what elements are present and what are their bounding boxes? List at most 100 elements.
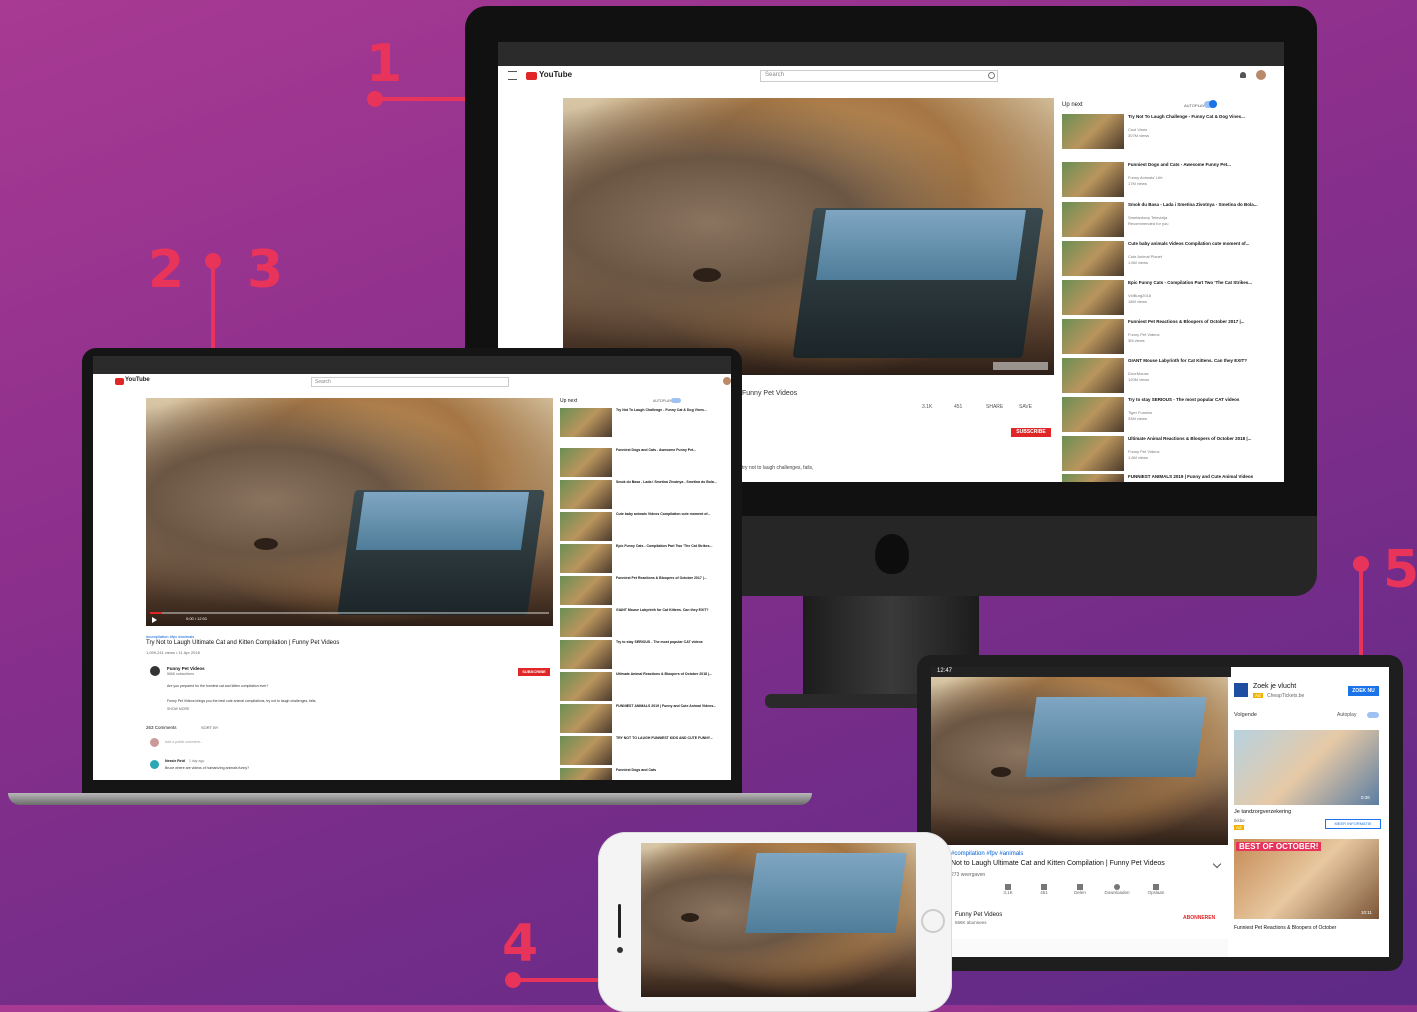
player-controls[interactable] bbox=[993, 362, 1048, 370]
video-thumbnail[interactable] bbox=[560, 448, 612, 477]
channel-name[interactable]: Funny Pet Videos bbox=[955, 912, 1002, 918]
video-hashtags[interactable]: #compilation #fpv #animals bbox=[951, 851, 1023, 857]
up-next-title[interactable]: Smok du Basa - Lada i Smetina Zivotnya -… bbox=[616, 480, 728, 485]
desktop-video-player[interactable] bbox=[563, 98, 1054, 375]
avatar[interactable] bbox=[723, 377, 731, 385]
laptop-video-player[interactable]: 0:00 / 12:01 bbox=[146, 398, 553, 626]
action-like[interactable]: 3,1K bbox=[993, 884, 1023, 895]
up-next-title[interactable]: FUNNIEST ANIMALS 2019 | Funny and Cute A… bbox=[1128, 474, 1268, 480]
up-next-title[interactable]: Try to stay SERIOUS - The most popular C… bbox=[1128, 397, 1268, 403]
up-next-item[interactable]: Smok du Basa - Lada i Smetina Zivotnya -… bbox=[560, 480, 730, 510]
channel-avatar[interactable] bbox=[150, 666, 160, 676]
ad-video-thumbnail[interactable] bbox=[1234, 730, 1379, 805]
up-next-title[interactable]: Funniest Dogs and Cats - Awesome Funny P… bbox=[616, 448, 728, 453]
home-button[interactable] bbox=[921, 909, 945, 933]
menu-icon[interactable] bbox=[508, 71, 517, 80]
video-thumbnail[interactable] bbox=[1062, 397, 1124, 432]
up-next-title[interactable]: Smok du Basa - Lada i Smetina Zivotnya -… bbox=[1128, 202, 1268, 208]
up-next-item[interactable]: FUNNIEST ANIMALS 2019 | Funny and Cute A… bbox=[1062, 474, 1282, 482]
up-next-item[interactable]: Ultimate Animal Reactions & Bloopers of … bbox=[560, 672, 730, 702]
up-next-title[interactable]: Funniest Pet Reactions & Bloopers of Oct… bbox=[1128, 319, 1268, 325]
up-next-item[interactable]: FUNNIEST ANIMALS 2019 | Funny and Cute A… bbox=[560, 704, 730, 734]
video-thumbnail[interactable] bbox=[560, 736, 612, 765]
video-thumbnail[interactable] bbox=[1062, 436, 1124, 471]
ad2-title[interactable]: Je tandzorgverzekering bbox=[1234, 809, 1291, 815]
up-next-title[interactable]: Try Not To Laugh Challenge - Funny Cat &… bbox=[1128, 114, 1268, 120]
rec-video-thumbnail[interactable] bbox=[1234, 839, 1379, 919]
up-next-title[interactable]: GIANT Mouse Labyrinth for Cat Kittens. C… bbox=[1128, 358, 1268, 364]
up-next-title[interactable]: FUNNIEST ANIMALS 2019 | Funny and Cute A… bbox=[616, 704, 728, 709]
ad-title[interactable]: Zoek je vlucht bbox=[1253, 683, 1296, 690]
ad-cta-button[interactable]: ZOEK NU bbox=[1348, 686, 1379, 696]
avatar[interactable] bbox=[1256, 70, 1266, 80]
up-next-item[interactable]: Epic Funny Cats - Compilation Part Two '… bbox=[560, 544, 730, 574]
like-button[interactable]: 3.1K bbox=[922, 404, 932, 410]
search-input[interactable]: Search bbox=[311, 377, 509, 387]
subscribe-button[interactable]: SUBSCRIBE bbox=[1011, 428, 1051, 437]
up-next-item[interactable]: Funniest Dogs and Cats bbox=[560, 768, 730, 780]
play-button[interactable] bbox=[152, 617, 157, 623]
up-next-item[interactable]: Try Not To Laugh Challenge - Funny Cat &… bbox=[1062, 114, 1282, 151]
subscribe-button[interactable]: ABONNEREN bbox=[1183, 915, 1215, 921]
up-next-title[interactable]: TRY NOT TO LAUGH FUNNIEST KIDS AND CUTE … bbox=[616, 736, 728, 741]
chevron-down-icon[interactable] bbox=[1212, 859, 1222, 869]
video-thumbnail[interactable] bbox=[560, 576, 612, 605]
up-next-item[interactable]: GIANT Mouse Labyrinth for Cat Kittens. C… bbox=[1062, 358, 1282, 395]
up-next-title[interactable]: Try Not To Laugh Challenge - Funny Cat &… bbox=[616, 408, 728, 413]
autoplay-toggle[interactable] bbox=[1204, 100, 1217, 108]
video-hashtags[interactable]: #compilation #fpv #animals bbox=[146, 634, 194, 639]
video-thumbnail[interactable] bbox=[1062, 319, 1124, 354]
dislike-button[interactable]: 451 bbox=[954, 404, 962, 410]
up-next-title[interactable]: Epic Funny Cats - Compilation Part Two '… bbox=[616, 544, 728, 549]
up-next-title[interactable]: Ultimate Animal Reactions & Bloopers of … bbox=[1128, 436, 1268, 442]
up-next-title[interactable]: Funniest Pet Reactions & Bloopers of Oct… bbox=[616, 576, 728, 581]
save-button[interactable]: SAVE bbox=[1019, 404, 1032, 410]
video-thumbnail[interactable] bbox=[560, 640, 612, 669]
video-thumbnail[interactable] bbox=[560, 512, 612, 541]
up-next-title[interactable]: GIANT Mouse Labyrinth for Cat Kittens. C… bbox=[616, 608, 728, 613]
video-thumbnail[interactable] bbox=[560, 704, 612, 733]
tablet-video-player[interactable] bbox=[931, 677, 1228, 845]
action-share[interactable]: Delen bbox=[1065, 884, 1095, 895]
rec-title[interactable]: Funniest Pet Reactions & Bloopers of Oct… bbox=[1234, 925, 1336, 931]
video-thumbnail[interactable] bbox=[560, 768, 612, 780]
notifications-icon[interactable] bbox=[1240, 72, 1246, 78]
action-download[interactable]: Downloaden bbox=[1097, 884, 1137, 895]
add-comment-input[interactable]: Add a public comment... bbox=[165, 740, 203, 744]
youtube-logo-icon[interactable] bbox=[526, 72, 537, 80]
autoplay-toggle[interactable] bbox=[671, 398, 681, 403]
up-next-item[interactable]: Cute baby animals Videos Compilation cut… bbox=[560, 512, 730, 542]
up-next-item[interactable]: Smok du Basa - Lada i Smetina Zivotnya -… bbox=[1062, 202, 1282, 239]
video-thumbnail[interactable] bbox=[560, 608, 612, 637]
action-dislike[interactable]: 451 bbox=[1029, 884, 1059, 895]
video-thumbnail[interactable] bbox=[1062, 162, 1124, 197]
up-next-item[interactable]: Funniest Pet Reactions & Bloopers of Oct… bbox=[560, 576, 730, 606]
up-next-title[interactable]: Cute baby animals Videos Compilation cut… bbox=[1128, 241, 1268, 247]
up-next-item[interactable]: Funniest Pet Reactions & Bloopers of Oct… bbox=[1062, 319, 1282, 356]
up-next-item[interactable]: Funniest Dogs and Cats - Awesome Funny P… bbox=[1062, 162, 1282, 199]
up-next-item[interactable]: Try to stay SERIOUS - The most popular C… bbox=[560, 640, 730, 670]
phone-video-player[interactable] bbox=[641, 843, 916, 997]
up-next-item[interactable]: Try Not To Laugh Challenge - Funny Cat &… bbox=[560, 408, 730, 438]
video-thumbnail[interactable] bbox=[1062, 202, 1124, 237]
sort-by-button[interactable]: SORT BY bbox=[201, 725, 218, 730]
up-next-title[interactable]: Funniest Dogs and Cats bbox=[616, 768, 728, 773]
video-thumbnail[interactable] bbox=[1062, 114, 1124, 149]
search-icon[interactable] bbox=[988, 72, 995, 79]
video-thumbnail[interactable] bbox=[560, 672, 612, 701]
up-next-title[interactable]: Try to stay SERIOUS - The most popular C… bbox=[616, 640, 728, 645]
up-next-item[interactable]: Try to stay SERIOUS - The most popular C… bbox=[1062, 397, 1282, 434]
up-next-item[interactable]: Cute baby animals Videos Compilation cut… bbox=[1062, 241, 1282, 278]
video-thumbnail[interactable] bbox=[1062, 358, 1124, 393]
autoplay-toggle[interactable] bbox=[1367, 712, 1379, 718]
up-next-title[interactable]: Cute baby animals Videos Compilation cut… bbox=[616, 512, 728, 517]
action-save[interactable]: Opslaan bbox=[1141, 884, 1171, 895]
video-thumbnail[interactable] bbox=[560, 408, 612, 437]
video-thumbnail[interactable] bbox=[1062, 280, 1124, 315]
progress-bar[interactable] bbox=[150, 612, 549, 614]
ad2-cta-button[interactable]: MEER INFORMATIE bbox=[1325, 819, 1381, 829]
up-next-title[interactable]: Ultimate Animal Reactions & Bloopers of … bbox=[616, 672, 728, 677]
video-thumbnail[interactable] bbox=[560, 480, 612, 509]
show-more-link[interactable]: SHOW MORE bbox=[167, 707, 189, 711]
share-button[interactable]: SHARE bbox=[986, 404, 1003, 410]
